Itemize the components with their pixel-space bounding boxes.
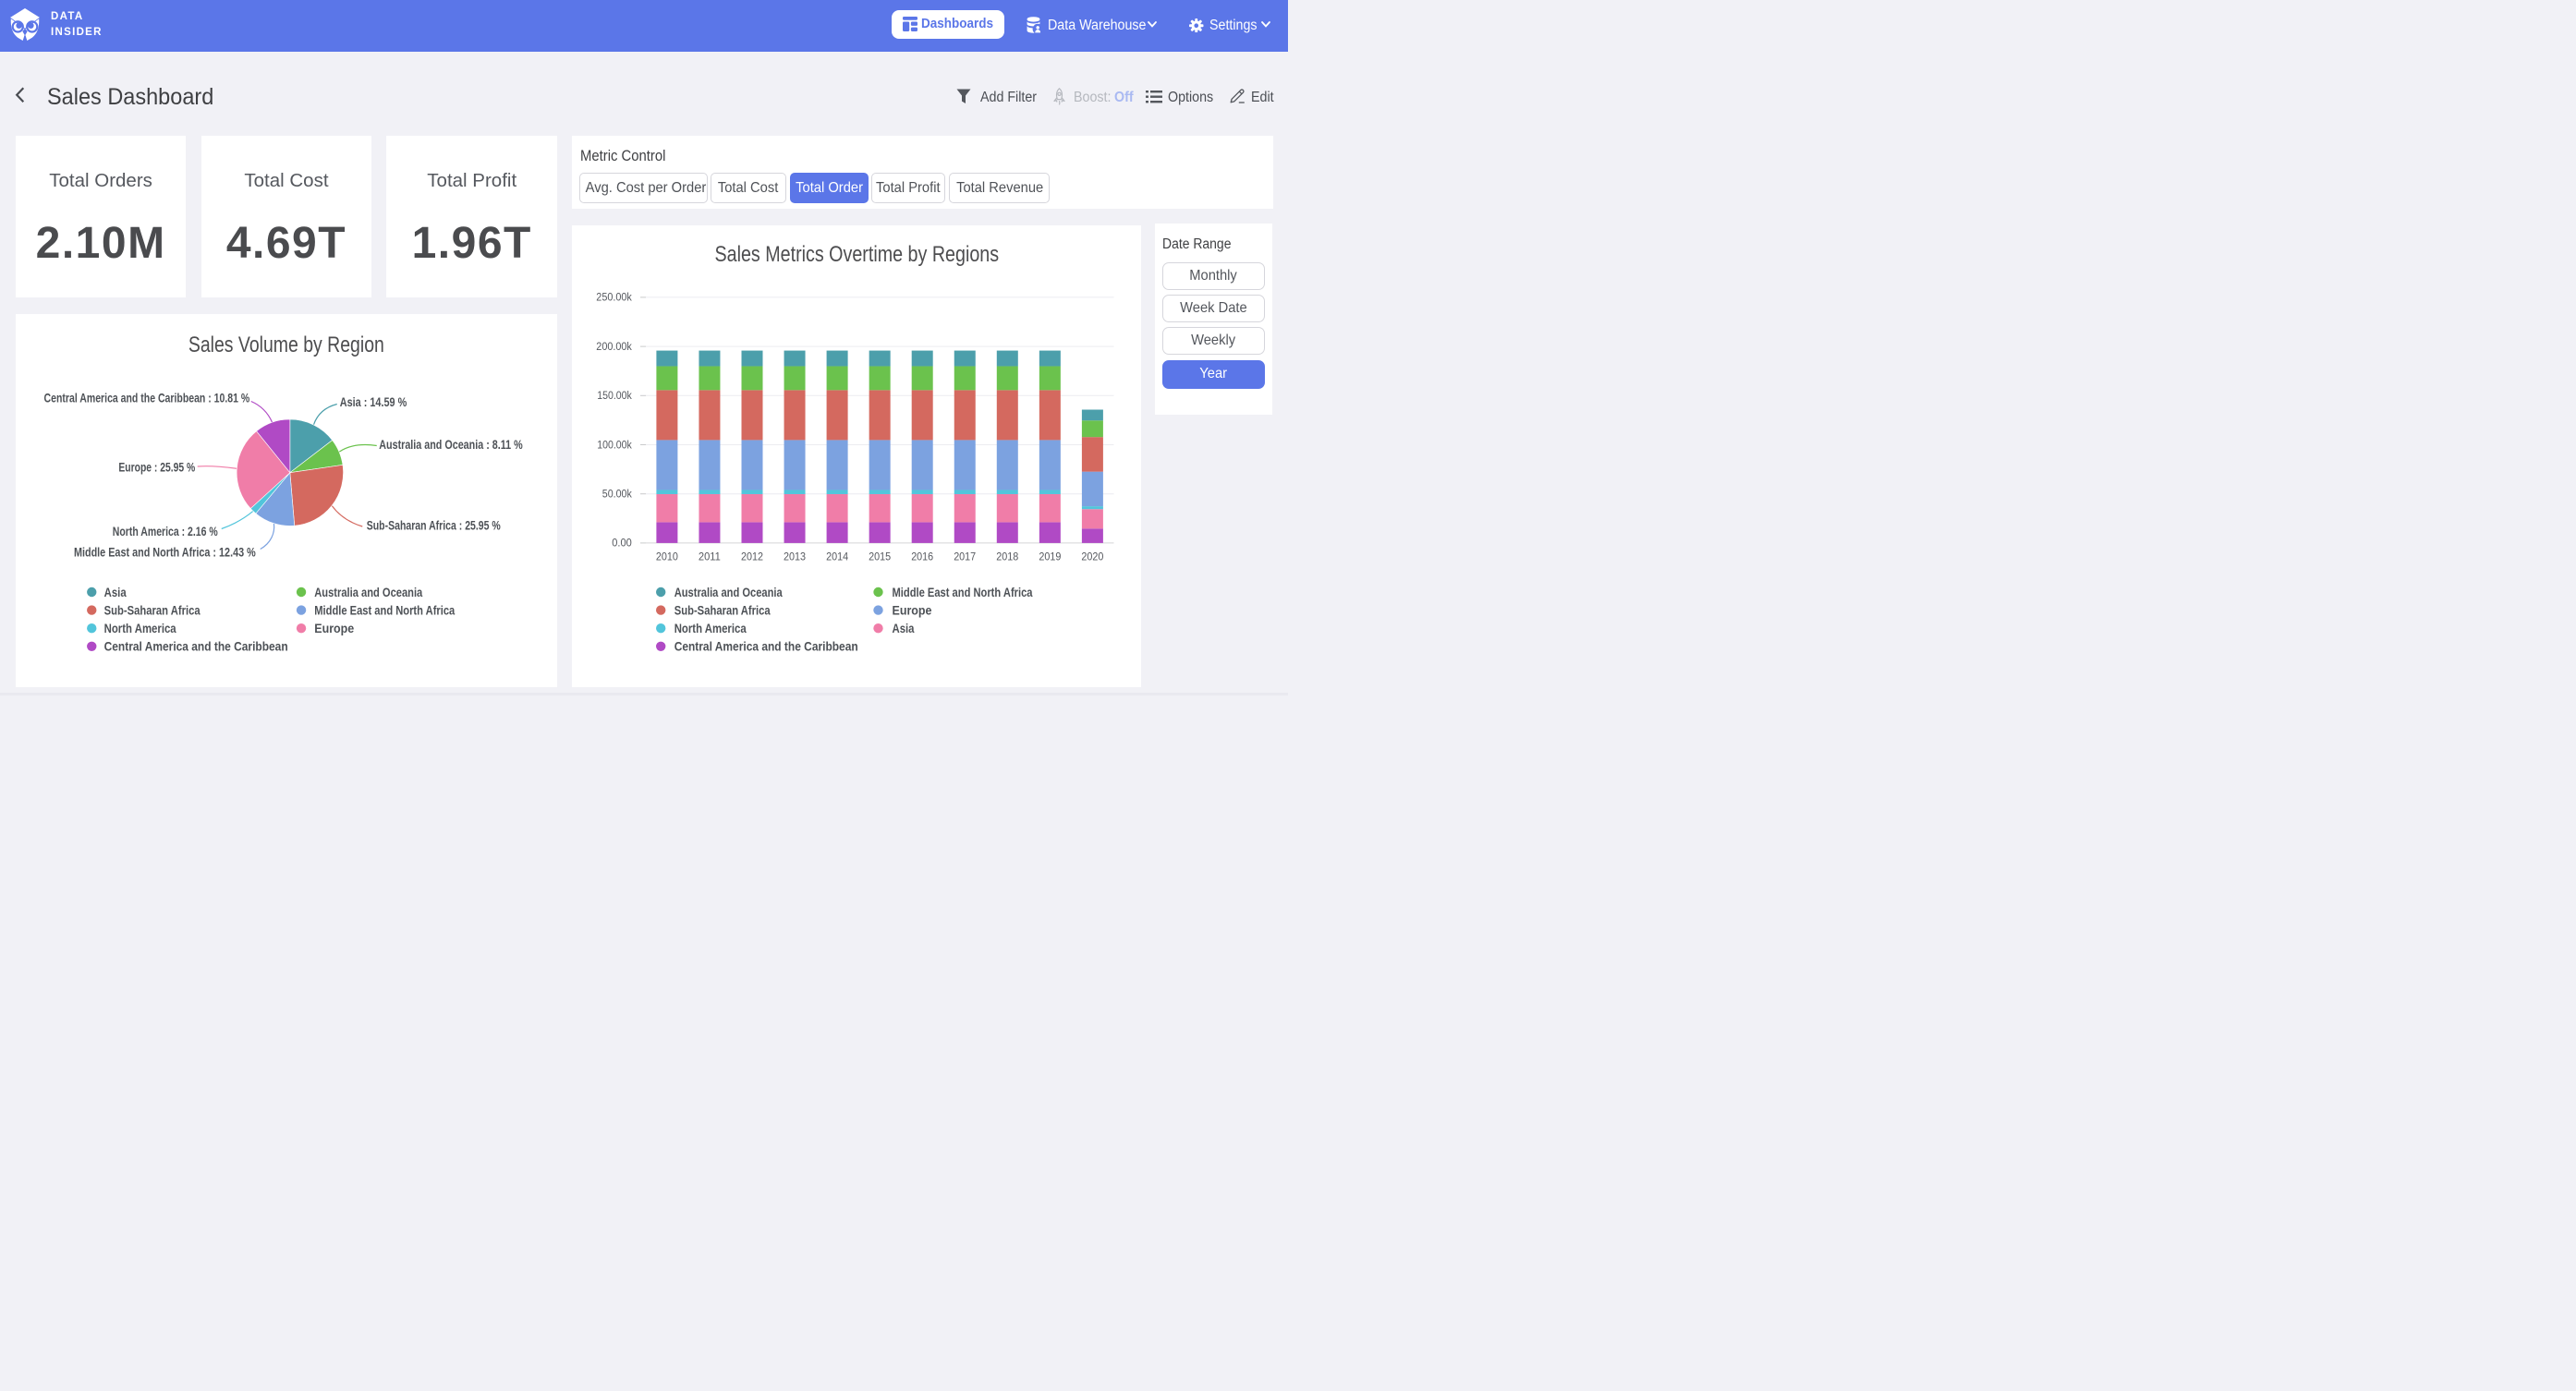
svg-text:Europe: Europe bbox=[314, 622, 354, 635]
svg-text:150.00k: 150.00k bbox=[597, 389, 632, 402]
svg-text:50.00k: 50.00k bbox=[601, 488, 632, 501]
svg-text:North America: North America bbox=[674, 622, 746, 635]
svg-text:100.00k: 100.00k bbox=[597, 438, 632, 451]
svg-text:2019: 2019 bbox=[1039, 550, 1061, 563]
svg-text:Central America and the Caribb: Central America and the Caribbean bbox=[674, 640, 857, 654]
svg-text:Middle East and North Africa :: Middle East and North Africa : 12.43 % bbox=[74, 545, 256, 559]
svg-text:2020: 2020 bbox=[1081, 550, 1103, 563]
svg-text:2015: 2015 bbox=[869, 550, 891, 563]
svg-text:Sales Volume by Region: Sales Volume by Region bbox=[188, 333, 384, 357]
svg-text:Europe : 25.95 %: Europe : 25.95 % bbox=[118, 460, 195, 474]
svg-text:North America : 2.16 %: North America : 2.16 % bbox=[113, 525, 218, 538]
svg-text:Australia and Oceania : 8.11 %: Australia and Oceania : 8.11 % bbox=[379, 438, 522, 452]
svg-text:2010: 2010 bbox=[655, 550, 677, 563]
svg-text:Europe: Europe bbox=[892, 603, 931, 617]
svg-text:200.00k: 200.00k bbox=[596, 340, 632, 353]
svg-text:Sub-Saharan Africa: Sub-Saharan Africa bbox=[674, 603, 770, 617]
svg-text:Australia and Oceania: Australia and Oceania bbox=[674, 586, 782, 599]
svg-text:2012: 2012 bbox=[741, 550, 763, 563]
svg-text:2013: 2013 bbox=[784, 550, 806, 563]
svg-text:2011: 2011 bbox=[698, 550, 720, 563]
svg-text:Sales Metrics Overtime by Regi: Sales Metrics Overtime by Regions bbox=[714, 242, 999, 267]
svg-text:Central America and the Caribb: Central America and the Caribbean : 10.8… bbox=[43, 391, 249, 405]
svg-text:250.00k: 250.00k bbox=[596, 291, 632, 304]
svg-text:0.00: 0.00 bbox=[612, 537, 632, 550]
svg-text:Asia : 14.59 %: Asia : 14.59 % bbox=[340, 395, 407, 409]
svg-text:2017: 2017 bbox=[954, 550, 976, 563]
svg-text:North America: North America bbox=[103, 622, 176, 635]
svg-text:Sub-Saharan Africa: Sub-Saharan Africa bbox=[103, 603, 200, 617]
svg-text:Asia: Asia bbox=[103, 586, 126, 599]
svg-text:Middle East and North Africa: Middle East and North Africa bbox=[892, 586, 1032, 599]
svg-text:2014: 2014 bbox=[826, 550, 848, 563]
svg-text:Central America and the Caribb: Central America and the Caribbean bbox=[103, 640, 287, 654]
svg-text:2018: 2018 bbox=[996, 550, 1018, 563]
svg-text:Australia and Oceania: Australia and Oceania bbox=[314, 586, 422, 599]
svg-text:Middle East and North Africa: Middle East and North Africa bbox=[314, 603, 455, 617]
svg-text:2016: 2016 bbox=[911, 550, 933, 563]
svg-text:Asia: Asia bbox=[892, 622, 914, 635]
svg-text:Sub-Saharan Africa : 25.95 %: Sub-Saharan Africa : 25.95 % bbox=[367, 518, 501, 532]
